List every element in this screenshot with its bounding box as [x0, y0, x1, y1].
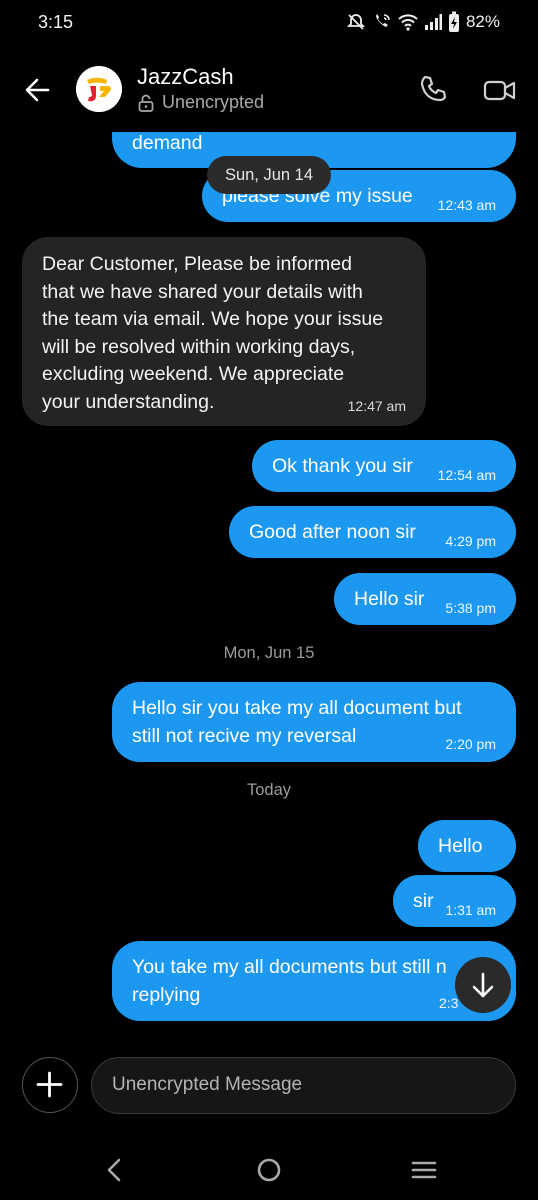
encryption-status: Unencrypted — [137, 92, 264, 113]
message-bubble-outgoing[interactable]: Hello — [418, 820, 516, 872]
message-text: Good after noon sir — [249, 521, 416, 543]
nav-back-button[interactable] — [100, 1156, 128, 1184]
message-input[interactable]: Unencrypted Message — [91, 1057, 516, 1114]
scroll-to-bottom-button[interactable] — [455, 957, 511, 1013]
nav-back-icon — [107, 1158, 121, 1182]
battery-charging-icon — [448, 11, 459, 32]
call-button[interactable] — [416, 72, 452, 108]
nav-menu-icon — [411, 1161, 437, 1179]
message-line: excluding weekend. We appreciate — [42, 363, 345, 385]
video-camera-icon — [483, 80, 516, 101]
message-bubble-outgoing[interactable]: sir 1:31 am — [393, 875, 516, 927]
status-time: 3:15 — [38, 12, 74, 32]
message-text: demand — [132, 132, 203, 154]
date-separator: Mon, Jun 15 — [223, 644, 315, 662]
encryption-label: Unencrypted — [162, 92, 265, 112]
status-bar: 3:15 82% — [0, 0, 538, 46]
message-timestamp: 2:20 pm — [445, 736, 496, 752]
message-line: Dear Customer, Please be informed — [42, 253, 352, 275]
add-attachment-button[interactable] — [22, 1057, 78, 1113]
battery-percent: 82% — [465, 12, 500, 31]
arrow-down-icon — [472, 972, 494, 998]
back-button[interactable] — [20, 72, 56, 108]
message-bubble-outgoing[interactable]: Hello sir you take my all document but s… — [112, 682, 516, 762]
status-icons: 82% — [346, 10, 500, 34]
nav-home-icon — [257, 1158, 281, 1182]
system-navigation-bar — [0, 1145, 538, 1200]
message-timestamp: 12:47 am — [347, 398, 406, 414]
signal-icon — [424, 14, 442, 30]
message-bubble-incoming[interactable]: Dear Customer, Please be informed that w… — [22, 237, 426, 426]
message-line: Hello sir you take my all document but — [132, 697, 462, 719]
wifi-icon — [398, 14, 418, 31]
message-timestamp: 4:29 pm — [445, 533, 496, 549]
wifi-calling-icon — [375, 14, 390, 27]
conversation-header: JazzCash Unencrypted — [0, 46, 538, 132]
contact-name: JazzCash — [137, 64, 234, 89]
nav-home-button[interactable] — [255, 1156, 283, 1184]
phone-icon — [420, 75, 447, 102]
message-thread[interactable]: demand please solve my issue 12:43 am Su… — [0, 132, 538, 1042]
lock-open-icon — [138, 94, 154, 112]
message-line: the team via email. We hope your issue — [42, 308, 384, 330]
message-line: You take my all documents but still n — [132, 956, 447, 978]
plus-icon — [36, 1071, 63, 1098]
message-text: Ok thank you sir — [272, 455, 413, 477]
date-separator: Today — [246, 781, 292, 799]
message-timestamp: 12:54 am — [437, 467, 496, 483]
message-text: Hello — [438, 835, 483, 857]
arrow-left-icon — [25, 78, 50, 102]
message-line: still not recive my reversal — [132, 724, 357, 747]
message-bubble-outgoing[interactable]: Good after noon sir 4:29 pm — [229, 506, 516, 558]
bell-off-icon — [346, 14, 366, 30]
message-line: your understanding. — [42, 390, 215, 413]
nav-recents-button[interactable] — [410, 1156, 438, 1184]
message-bubble-outgoing[interactable]: Hello sir 5:38 pm — [334, 573, 516, 625]
message-timestamp: 5:38 pm — [445, 600, 496, 616]
date-pill: Sun, Jun 14 — [207, 156, 331, 194]
video-call-button[interactable] — [482, 72, 518, 108]
message-text: sir — [413, 890, 434, 912]
message-timestamp: 12:43 am — [437, 197, 496, 213]
message-text: Hello sir — [354, 588, 425, 610]
message-text-block: Hello sir you take my all document but s… — [132, 695, 461, 750]
message-timestamp: 1:31 am — [445, 902, 496, 918]
message-text-block: Dear Customer, Please be informed that w… — [42, 251, 383, 416]
jazzcash-logo-icon — [76, 66, 122, 112]
message-bubble-outgoing[interactable]: Ok thank you sir 12:54 am — [252, 440, 516, 492]
message-line: that we have shared your details with — [42, 280, 363, 303]
avatar[interactable] — [76, 66, 122, 112]
message-line: will be resolved within working days, — [42, 335, 356, 358]
